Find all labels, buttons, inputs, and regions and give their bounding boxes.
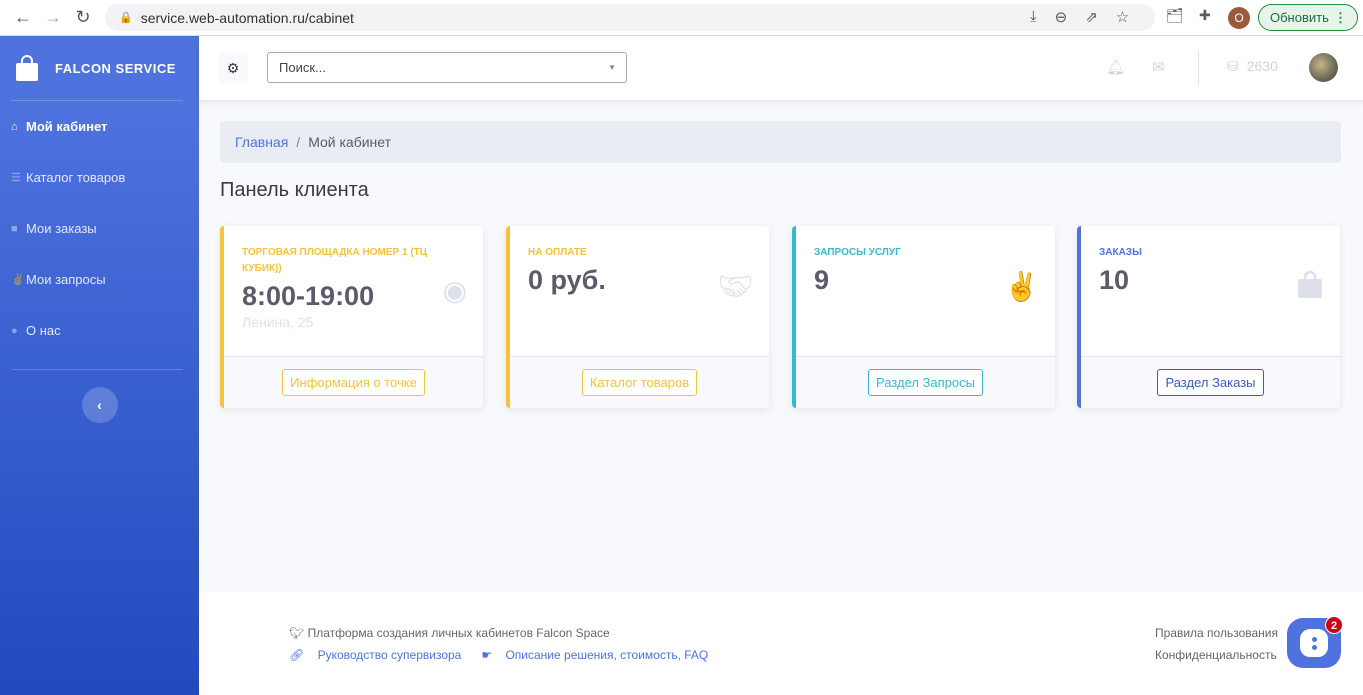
user-avatar[interactable] [1309,53,1338,82]
card-subtext: Ленина, 25 [242,314,314,330]
home-icon: ⌂ [11,120,18,133]
sidebar-toggle-button[interactable]: ‹ [81,387,118,423]
footer: 🐦︎ Платформа создания личных кабинетов F… [199,592,1363,695]
sidebar-item-about[interactable]: ● О нас [0,305,199,356]
settings-button[interactable]: ⚙ [218,53,248,83]
chevron-left-icon: ‹ [97,397,102,413]
card-label: Заказы [1099,247,1142,258]
shopping-bag-icon [16,55,38,81]
card-label: Торговая площадка номер 1 (ТЦ Кубик)) [242,247,428,274]
platform-link[interactable]: 🐦︎ Платформа создания личных кабинетов F… [289,626,610,640]
breadcrumb-current: Мой кабинет [308,134,392,150]
guide-link[interactable]: 🔗︎ Руководство супервизора [289,648,471,662]
profile-avatar[interactable]: O [1228,7,1250,29]
brand-name: FALCON SERVICE [55,60,176,76]
platform-text: Платформа создания личных кабинетов Falc… [307,626,610,640]
search-input[interactable]: Поиск... ▼ [267,52,627,83]
hand-peace-icon: ✌ [11,274,25,286]
coins-value: 2630 [1246,58,1278,74]
coins-balance[interactable]: ⛁ 2630 [1227,58,1278,75]
topbar: ⚙ Поиск... ▼ 🔔︎ ✉ ⛁ 2630 [199,36,1363,100]
puzzle-icon[interactable]: ✚ [1199,7,1211,24]
page-title: Панель клиента [220,179,369,201]
url-text: service.web-automation.ru/cabinet [140,9,354,26]
sidebar-item-label: О нас [26,323,61,338]
bell-icon[interactable]: 🔔︎ [1106,58,1125,76]
back-icon[interactable]: ← [8,7,38,28]
menu-icon: ⋮ [1334,10,1347,25]
update-label: Обновить [1270,10,1329,25]
sidebar-item-label: Мои заказы [26,221,97,236]
brand[interactable]: FALCON SERVICE [0,36,199,100]
browser-toolbar: ← → ↻ 🔒 service.web-automation.ru/cabinet… [0,0,1363,36]
sidebar-item-cabinet[interactable]: ⌂ Мой кабинет [0,101,199,152]
sidebar-item-label: Каталог товаров [26,170,126,185]
card-value: 10 [1099,265,1130,295]
sidebar-item-orders[interactable]: ■ Мои заказы [0,203,199,254]
update-button[interactable]: Обновить ⋮ [1258,4,1358,31]
lock-icon: 🔒 [119,12,133,24]
info-circle-icon: ● [11,324,18,337]
breadcrumb-home-link[interactable]: Главная [235,134,288,150]
envelope-icon[interactable]: ✉ [1152,58,1165,76]
search-placeholder: Поиск... [279,60,326,75]
divider [11,369,183,370]
card-label: На оплате [528,247,587,258]
guide-text: Руководство супервизора [317,648,462,662]
description-link[interactable]: ☛ Описание решения, стоимость, FAQ [481,648,718,662]
bars-icon: ☰ [11,172,21,184]
hand-point-icon: ☛ [481,648,493,662]
sidebar-item-catalog[interactable]: ☰ Каталог товаров [0,152,199,203]
orders-button[interactable]: Раздел Заказы [1157,369,1264,396]
hand-peace-icon: ✌ [1004,271,1039,302]
card-value: 8:00-19:00 [242,281,375,311]
terms-link[interactable]: Правила пользования [1155,626,1278,640]
card-label: Запросы услуг [814,247,901,258]
card-requests: Запросы услуг 9 ✌ Раздел Запросы [792,226,1055,408]
chat-icon [1300,629,1328,657]
coins-icon: ⛁ [1227,58,1239,74]
forward-icon[interactable]: → [38,7,68,28]
address-bar[interactable]: 🔒 service.web-automation.ru/cabinet [105,4,1155,31]
card-payment: На оплате 0 руб. 🤝︎ Каталог товаров [506,226,769,408]
breadcrumb-separator: / [296,134,301,150]
requests-button[interactable]: Раздел Запросы [867,369,983,396]
caret-down-icon: ▼ [608,63,616,72]
gears-icon: ⚙ [226,60,240,76]
reload-icon[interactable]: ↻ [68,7,98,28]
store-info-button[interactable]: Информация о точке [282,369,425,396]
sidebar-item-requests[interactable]: ✌ Мои запросы [0,254,199,305]
star-icon[interactable]: ☆ [1116,8,1129,26]
privacy-link[interactable]: Конфиденциальность [1155,648,1277,662]
share-icon[interactable]: ⇗ [1085,8,1098,26]
zoom-icon[interactable]: ⊖ [1055,8,1068,26]
link-icon: 🔗︎ [289,648,305,662]
extension-icon[interactable]: 🗂 [1166,7,1184,24]
card-store-hours: Торговая площадка номер 1 (ТЦ Кубик)) 8:0… [220,226,483,408]
dot-circle-icon: ◉ [442,275,467,306]
chat-badge: 2 [1325,616,1343,634]
breadcrumb: Главная / Мой кабинет [220,121,1341,163]
description-text: Описание решения, стоимость, FAQ [505,648,709,662]
shopping-bag-icon: ■ [11,222,18,235]
handshake-icon: 🤝︎ [717,271,753,302]
card-orders: Заказы 10 Раздел Заказы [1077,226,1340,408]
sidebar-item-label: Мои запросы [26,272,106,287]
twitter-icon: 🐦︎ [289,626,308,640]
catalog-button[interactable]: Каталог товаров [581,369,698,396]
shopping-bag-icon [1298,270,1322,298]
install-icon[interactable]: ⤓ [1030,8,1037,26]
divider [1198,50,1199,86]
sidebar-item-label: Мой кабинет [26,119,108,134]
sidebar: FALCON SERVICE ⌂ Мой кабинет ☰ Каталог тов… [0,36,199,695]
